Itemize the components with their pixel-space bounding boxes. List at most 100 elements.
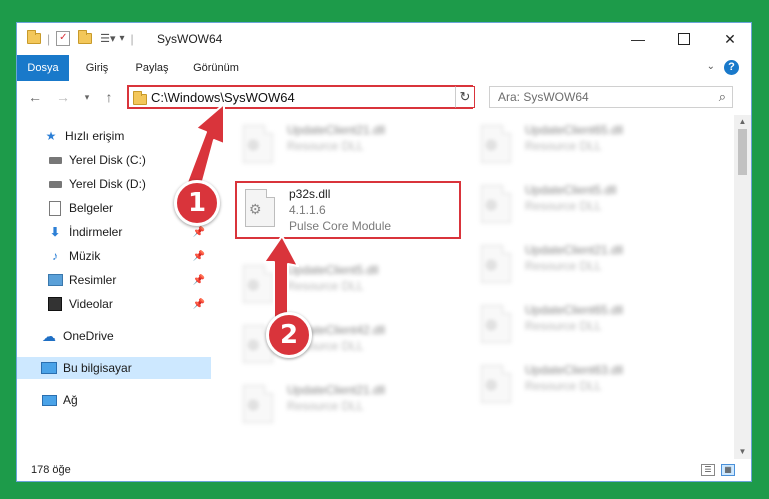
- step-1-badge: 1: [174, 180, 220, 226]
- sidebar-item-downloads[interactable]: ⬇ İndirmeler 📌: [17, 221, 211, 243]
- pictures-icon: [47, 272, 63, 288]
- file-type: Resource DLL: [287, 279, 364, 293]
- quick-access-toolbar: | ✓ ☰▾ ▾ |: [27, 30, 134, 46]
- video-icon: [47, 296, 63, 312]
- close-icon: ✕: [724, 30, 736, 47]
- gear-icon: ⚙: [247, 137, 260, 153]
- chevron-down-icon[interactable]: ▾: [120, 33, 125, 44]
- file-name: UpdateClient63.dll: [525, 363, 624, 377]
- download-icon: ⬇: [49, 225, 61, 239]
- file-item[interactable]: ⚙ UpdateClient5.dll Resource DLL: [235, 259, 461, 311]
- file-item[interactable]: ⚙ p32s.dll 4.1.1.6 Pulse Core Module: [237, 183, 463, 235]
- sidebar-item-quick-access[interactable]: ★ Hızlı erişim: [17, 125, 211, 147]
- search-input[interactable]: Ara: SysWOW64 ⌕: [489, 86, 733, 108]
- file-item[interactable]: ⚙ UpdateClient5.dll Resource DLL: [473, 179, 699, 231]
- file-name: UpdateClient65.dll: [525, 123, 624, 137]
- details-view-icon[interactable]: ☰: [701, 464, 715, 476]
- file-name: UpdateClient65.dll: [525, 303, 624, 317]
- pin-icon[interactable]: 📌: [193, 251, 205, 262]
- sidebar-item-label: Yerel Disk (D:): [69, 177, 146, 191]
- file-name: UpdateClient5.dll: [525, 183, 617, 197]
- file-name: p32s.dll: [289, 187, 331, 201]
- forward-button[interactable]: →: [53, 87, 73, 107]
- sidebar-item-label: Resimler: [69, 273, 117, 287]
- file-item[interactable]: ⚙ UpdateClient21.dll Resource DLL: [235, 379, 461, 431]
- help-icon[interactable]: ?: [724, 60, 739, 75]
- scrollbar-thumb[interactable]: [738, 129, 747, 175]
- gear-icon: ⚙: [247, 337, 260, 353]
- gear-icon: ⚙: [247, 397, 260, 413]
- sidebar-item-network[interactable]: Ağ: [17, 389, 211, 411]
- tab-share[interactable]: Paylaş: [127, 55, 177, 81]
- close-button[interactable]: ✕: [707, 23, 751, 55]
- pin-icon[interactable]: 📌: [193, 275, 205, 286]
- refresh-button[interactable]: ↻: [455, 86, 475, 108]
- maximize-button[interactable]: [661, 23, 707, 55]
- search-icon: ⌕: [718, 89, 726, 104]
- explorer-window: | ✓ ☰▾ ▾ | SysWOW64 — ✕ Dosya Giriş Payl…: [16, 22, 752, 482]
- star-icon: ★: [45, 129, 57, 143]
- sidebar-item-label: Hızlı erişim: [65, 129, 125, 143]
- file-name: UpdateClient21.dll: [287, 383, 386, 397]
- tab-home[interactable]: Giriş: [77, 55, 117, 81]
- window-title: SysWOW64: [157, 32, 223, 46]
- address-bar[interactable]: C:\Windows\SysWOW64 ⌄: [127, 85, 473, 109]
- sidebar-item-label: Yerel Disk (C:): [69, 153, 146, 167]
- maximize-icon: [678, 33, 690, 45]
- sidebar-item-label: OneDrive: [63, 329, 114, 343]
- customize-toolbar-icon[interactable]: ☰▾: [100, 32, 115, 45]
- pin-icon[interactable]: 📌: [193, 227, 205, 238]
- sidebar-item-this-pc[interactable]: Bu bilgisayar: [17, 357, 211, 379]
- separator: |: [130, 31, 134, 46]
- sidebar-item-label: Ağ: [63, 393, 78, 407]
- file-type: Resource DLL: [525, 199, 602, 213]
- gear-icon: ⚙: [249, 201, 262, 217]
- tiles-view-icon[interactable]: ▦: [721, 464, 735, 476]
- gear-icon: ⚙: [485, 197, 498, 213]
- sidebar-item-onedrive[interactable]: ☁ OneDrive: [17, 325, 211, 347]
- minimize-button[interactable]: —: [615, 23, 661, 55]
- file-item[interactable]: ⚙ UpdateClient65.dll Resource DLL: [473, 299, 699, 351]
- drive-icon: [47, 176, 63, 192]
- file-name: UpdateClient21.dll: [287, 123, 386, 137]
- tab-file[interactable]: Dosya: [17, 55, 69, 81]
- computer-icon: [41, 360, 57, 376]
- up-button[interactable]: ↑: [99, 87, 119, 107]
- scroll-up-icon[interactable]: ▲: [734, 115, 751, 129]
- sidebar-item-label: Belgeler: [69, 201, 114, 215]
- gear-icon: ⚙: [485, 377, 498, 393]
- file-item[interactable]: ⚙ UpdateClient21.dll Resource DLL: [235, 119, 461, 171]
- sidebar-item-music[interactable]: ♪ Müzik 📌: [17, 245, 211, 267]
- pin-icon[interactable]: 📌: [193, 299, 205, 310]
- file-type: Resource DLL: [525, 379, 602, 393]
- file-item[interactable]: ⚙ UpdateClient21.dll Resource DLL: [473, 239, 699, 291]
- item-count: 178 öğe: [31, 464, 71, 476]
- highlighted-file-item[interactable]: ⚙ p32s.dll 4.1.1.6 Pulse Core Module: [235, 181, 461, 239]
- file-description: Pulse Core Module: [289, 219, 392, 233]
- navigation-bar: ← → ▾ ↑ C:\Windows\SysWOW64 ⌄ ↻ Ara: Sys…: [17, 81, 751, 115]
- network-icon: [41, 392, 57, 408]
- recent-locations-button[interactable]: ▾: [77, 87, 97, 107]
- sidebar-item-videos[interactable]: Videolar 📌: [17, 293, 211, 315]
- new-folder-icon[interactable]: [78, 30, 93, 44]
- file-type: Resource DLL: [287, 139, 364, 153]
- file-list: ⚙ UpdateClient21.dll Resource DLL ⚙ p32s…: [213, 115, 727, 459]
- scroll-down-icon[interactable]: ▼: [734, 445, 751, 459]
- file-item[interactable]: ⚙ UpdateClient65.dll Resource DLL: [473, 119, 699, 171]
- back-button[interactable]: ←: [25, 87, 45, 107]
- sidebar-item-local-disk-c[interactable]: Yerel Disk (C:): [17, 149, 211, 171]
- sidebar-item-label: Bu bilgisayar: [63, 361, 132, 375]
- file-item[interactable]: ⚙ UpdateClient63.dll Resource DLL: [473, 359, 699, 411]
- minimize-icon: —: [631, 31, 645, 47]
- expand-ribbon-icon[interactable]: ⌄: [707, 61, 715, 72]
- file-name: UpdateClient5.dll: [287, 263, 379, 277]
- vertical-scrollbar[interactable]: ▲ ▼: [734, 115, 751, 459]
- tab-view[interactable]: Görünüm: [187, 55, 245, 81]
- folder-icon[interactable]: [27, 30, 41, 44]
- properties-icon[interactable]: ✓: [56, 31, 71, 46]
- documents-icon: [47, 200, 63, 216]
- sidebar-item-pictures[interactable]: Resimler 📌: [17, 269, 211, 291]
- sidebar-item-label: Videolar: [69, 297, 113, 311]
- music-icon: ♪: [52, 249, 58, 263]
- gear-icon: ⚙: [485, 137, 498, 153]
